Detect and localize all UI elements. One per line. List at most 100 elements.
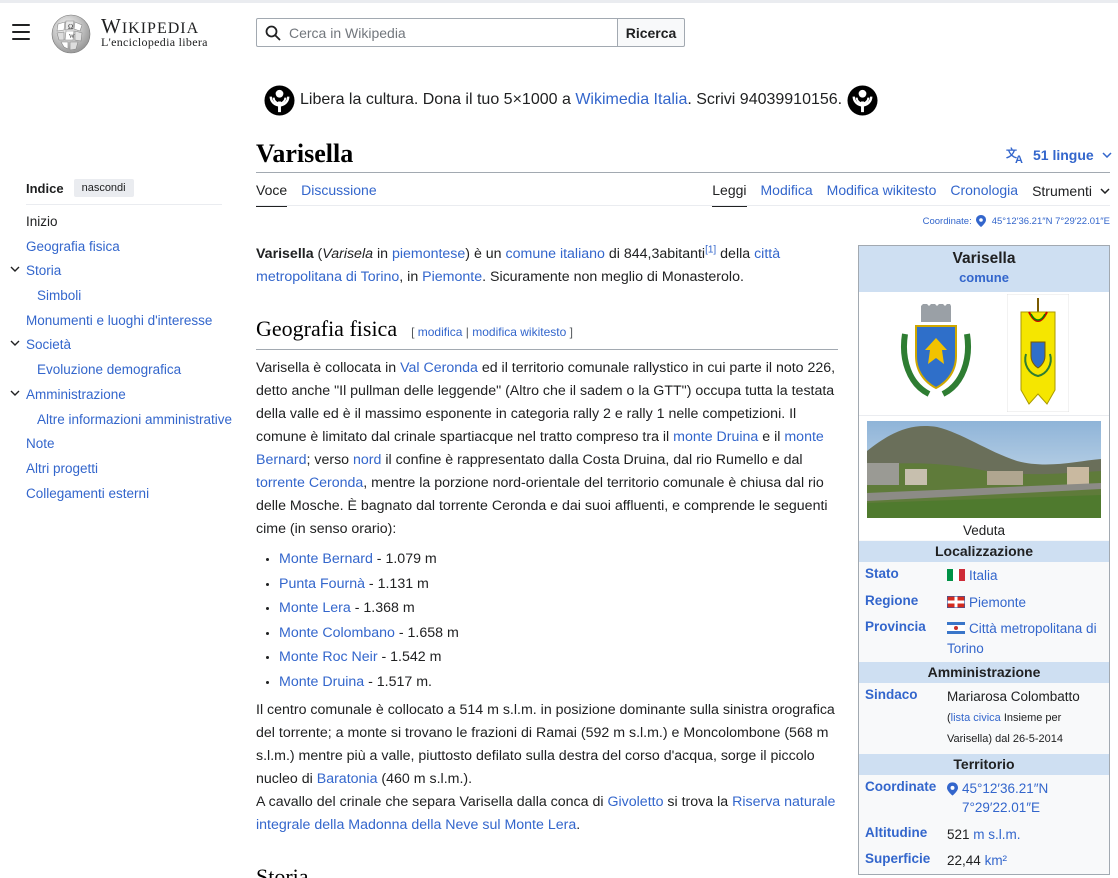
namespace-tabs: Voce Discussione	[256, 182, 391, 207]
infobox-type-link[interactable]: comune	[859, 270, 1109, 285]
peak-link[interactable]: Punta Fournà	[279, 576, 365, 592]
town-view-photo[interactable]	[867, 421, 1101, 518]
map-pin-icon	[975, 215, 986, 227]
toc-item-monumenti[interactable]: Monumenti e luoghi d'interesse	[0, 311, 240, 336]
toc-item-evoluzione-demografica[interactable]: Evoluzione demografica	[0, 360, 240, 385]
toc-item-altre-informazioni[interactable]: Altre informazioni amministrative	[0, 410, 240, 435]
toc-item-inizio[interactable]: Inizio	[0, 212, 240, 237]
coordinates-link[interactable]: 45°12′36.21″N 7°29′22.01″E	[962, 779, 1109, 818]
peak-link[interactable]: Monte Lera	[279, 600, 351, 616]
banner-link-wikimedia-italia[interactable]: Wikimedia Italia	[575, 91, 687, 108]
link-msl[interactable]: m s.l.m.	[973, 827, 1020, 842]
peak-link[interactable]: Monte Druina	[279, 674, 364, 690]
tab-modifica-wikitesto[interactable]: Modifica wikitesto	[827, 182, 937, 207]
row-label[interactable]: Coordinate	[859, 779, 943, 818]
row-label[interactable]: Sindaco	[859, 687, 943, 750]
chevron-down-icon[interactable]	[10, 390, 20, 396]
link-piemonte[interactable]: Piemonte	[969, 595, 1026, 610]
row-label[interactable]: Stato	[859, 566, 943, 586]
section-edit-wikitext-link[interactable]: modifica wikitesto	[472, 325, 566, 339]
link-piemonte[interactable]: Piemonte	[422, 269, 482, 285]
link-km2[interactable]: km²	[985, 853, 1008, 868]
search-box[interactable]	[256, 18, 618, 47]
tab-discussione[interactable]: Discussione	[301, 182, 376, 207]
title-divider	[256, 172, 1110, 173]
tools-menu[interactable]: Strumenti	[1032, 182, 1110, 207]
main-menu-button[interactable]	[12, 24, 30, 40]
wikimedia-logo-icon	[847, 84, 878, 116]
intro-paragraph: Varisella (Varisela in piemontese) è un …	[256, 244, 781, 285]
infobox-photo: Veduta	[859, 416, 1109, 540]
gonfalon-image[interactable]	[1007, 294, 1069, 412]
search-button[interactable]: Ricerca	[617, 18, 685, 47]
row-label[interactable]: Provincia	[859, 619, 943, 658]
coordinates-link[interactable]: 45°12′36.21″N 7°29′22.01″E	[992, 216, 1110, 227]
link-givoletto[interactable]: Givoletto	[607, 794, 663, 810]
toc-divider	[26, 204, 222, 205]
translate-icon: 文 A	[1006, 146, 1023, 164]
list-item: Monte Druina - 1.517 m.	[279, 670, 838, 695]
infobox-title: Varisella	[952, 250, 1016, 267]
toc-item-simboli[interactable]: Simboli	[0, 286, 240, 311]
svg-text:W: W	[69, 34, 75, 40]
chevron-down-icon[interactable]	[10, 266, 20, 273]
row-label[interactable]: Altitudine	[859, 825, 943, 845]
peaks-list: Monte Bernard - 1.079 m Punta Fournà - 1…	[279, 547, 838, 695]
mayor-details: (lista civica Insieme per Varisella) dal…	[947, 711, 1063, 746]
row-label[interactable]: Regione	[859, 593, 943, 613]
infobox-row-altitudine: Altitudine 521 m s.l.m.	[859, 820, 1109, 848]
toc-item-altri-progetti[interactable]: Altri progetti	[0, 459, 240, 484]
link-nord[interactable]: nord	[353, 452, 381, 468]
toc-item-amministrazione[interactable]: Amministrazione	[0, 385, 240, 410]
reference-1[interactable]: [1]	[705, 244, 716, 255]
link-italia[interactable]: Italia	[969, 568, 998, 583]
link-val-ceronda[interactable]: Val Ceronda	[400, 360, 478, 376]
toc-item-societa[interactable]: Società	[0, 335, 240, 360]
infobox-row-provincia: Provincia Città metropolitana di Torino	[859, 615, 1109, 661]
toc-item-collegamenti-esterni[interactable]: Collegamenti esterni	[0, 484, 240, 509]
infobox-section-amministrazione: Amministrazione	[859, 661, 1109, 683]
wikipedia-globe-icon[interactable]: Ω W	[48, 12, 94, 54]
toc-hide-button[interactable]: nascondi	[73, 179, 134, 197]
tab-voce[interactable]: Voce	[256, 182, 288, 207]
infobox-row-stato: Stato Italia	[859, 562, 1109, 589]
svg-text:A: A	[1015, 154, 1023, 164]
map-pin-icon	[947, 781, 958, 796]
link-torrente-ceronda[interactable]: torrente Ceronda	[256, 475, 363, 491]
chevron-down-icon[interactable]	[10, 340, 20, 347]
language-button[interactable]: 文 A 51 lingue	[1006, 146, 1112, 164]
chevron-down-icon	[1100, 188, 1110, 194]
chevron-down-icon	[1102, 152, 1112, 158]
link-citta-metropolitana-torino[interactable]: Città metropolitana di Torino	[947, 621, 1097, 656]
peak-link[interactable]: Monte Bernard	[279, 551, 373, 567]
row-label[interactable]: Superficie	[859, 851, 943, 871]
link-comune-italiano[interactable]: comune italiano	[506, 246, 605, 262]
page-title: Varisella	[256, 139, 354, 168]
tab-modifica[interactable]: Modifica	[761, 182, 813, 207]
link-piemontese[interactable]: piemontese	[392, 246, 465, 262]
coat-of-arms-image[interactable]	[899, 304, 973, 400]
toc-item-storia[interactable]: Storia	[0, 261, 240, 286]
toc-item-note[interactable]: Note	[0, 434, 240, 459]
link-monte-druina[interactable]: monte Druina	[673, 429, 758, 445]
infobox-symbols	[859, 292, 1109, 416]
peak-link[interactable]: Monte Colombano	[279, 625, 395, 641]
search-input[interactable]	[289, 22, 609, 43]
infobox-row-regione: Regione Piemonte	[859, 588, 1109, 616]
infobox-section-territorio: Territorio	[859, 752, 1109, 775]
section-heading-geografia: Geografia fisica [ modifica | modifica w…	[256, 317, 838, 350]
toc-item-geografia-fisica[interactable]: Geografia fisica	[0, 237, 240, 262]
ridge-paragraph: A cavallo del crinale che separa Varisel…	[256, 793, 836, 833]
torino-flag-icon	[947, 622, 965, 634]
tabs-divider	[256, 205, 1110, 206]
section-edit-link[interactable]: modifica	[418, 325, 463, 339]
banner-text: Libera la cultura. Dona il tuo 5×1000 a …	[300, 91, 843, 108]
link-baratonia[interactable]: Baratonia	[317, 771, 378, 787]
peak-link[interactable]: Monte Roc Neir	[279, 649, 378, 665]
tab-cronologia[interactable]: Cronologia	[950, 182, 1018, 207]
link-lista-civica[interactable]: lista civica	[951, 712, 1001, 724]
tab-leggi[interactable]: Leggi	[712, 182, 747, 207]
toc-title: Indice	[26, 180, 64, 196]
infobox-row-superficie: Superficie 22,44 km²	[859, 847, 1109, 874]
mayor-name: Mariarosa Colombatto	[947, 689, 1080, 704]
